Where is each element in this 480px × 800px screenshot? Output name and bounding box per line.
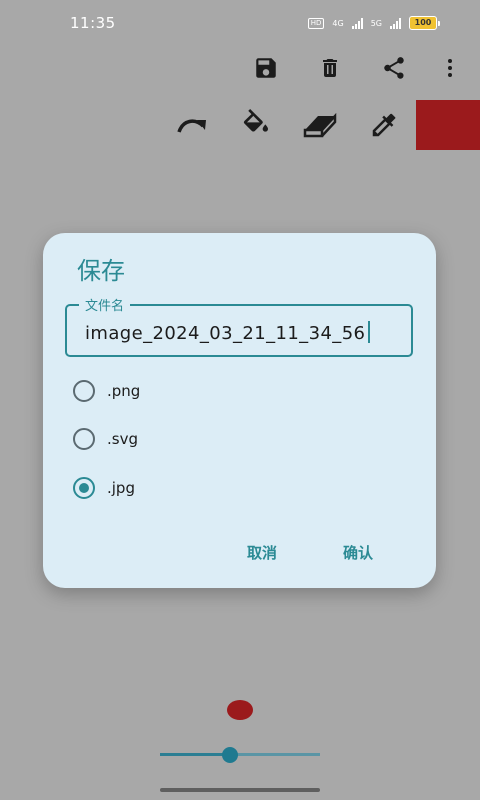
- format-option-svg[interactable]: .svg: [73, 421, 138, 457]
- confirm-button[interactable]: 确认: [333, 536, 383, 569]
- battery-icon: 100: [409, 16, 440, 30]
- file-name-label: 文件名: [79, 295, 131, 314]
- radio-jpg[interactable]: [73, 477, 95, 499]
- status-icons: HD 4G 5G 100: [307, 16, 440, 30]
- network-5g-label: 5G: [370, 18, 382, 28]
- share-icon[interactable]: [374, 48, 414, 88]
- eraser-icon[interactable]: [300, 105, 340, 145]
- format-label-png: .png: [107, 382, 141, 400]
- format-option-jpg[interactable]: .jpg: [73, 470, 135, 506]
- delete-icon[interactable]: [310, 48, 350, 88]
- fill-bucket-icon[interactable]: [236, 105, 276, 145]
- current-color-swatch[interactable]: [416, 100, 480, 150]
- format-option-png[interactable]: .png: [73, 373, 140, 409]
- signal-icon: [351, 17, 363, 29]
- brush-size-slider-fill: [160, 753, 230, 756]
- save-icon[interactable]: [246, 48, 286, 88]
- file-name-input[interactable]: image_2024_03_21_11_34_56: [85, 321, 371, 344]
- status-time: 11:35: [70, 14, 116, 32]
- brush-color-dot[interactable]: [227, 700, 253, 720]
- format-label-svg: .svg: [107, 430, 138, 448]
- text-caret: [368, 321, 371, 343]
- radio-png[interactable]: [73, 380, 95, 402]
- dialog-title: 保存: [77, 257, 125, 285]
- battery-level: 100: [409, 16, 437, 30]
- file-name-value: image_2024_03_21_11_34_56: [85, 323, 366, 344]
- radio-svg[interactable]: [73, 428, 95, 450]
- cancel-button[interactable]: 取消: [237, 536, 287, 569]
- brush-size-slider-thumb[interactable]: [222, 747, 238, 763]
- network-4g-label: 4G: [332, 18, 344, 28]
- format-label-jpg: .jpg: [107, 479, 135, 497]
- save-dialog: 保存 文件名 image_2024_03_21_11_34_56 .png .s…: [43, 233, 436, 588]
- more-vert-icon[interactable]: [430, 48, 470, 88]
- hd-badge: HD: [307, 17, 325, 29]
- eyedropper-icon[interactable]: [364, 105, 404, 145]
- home-indicator[interactable]: [160, 788, 320, 792]
- signal-icon-2: [390, 17, 401, 29]
- redo-icon[interactable]: [172, 105, 212, 145]
